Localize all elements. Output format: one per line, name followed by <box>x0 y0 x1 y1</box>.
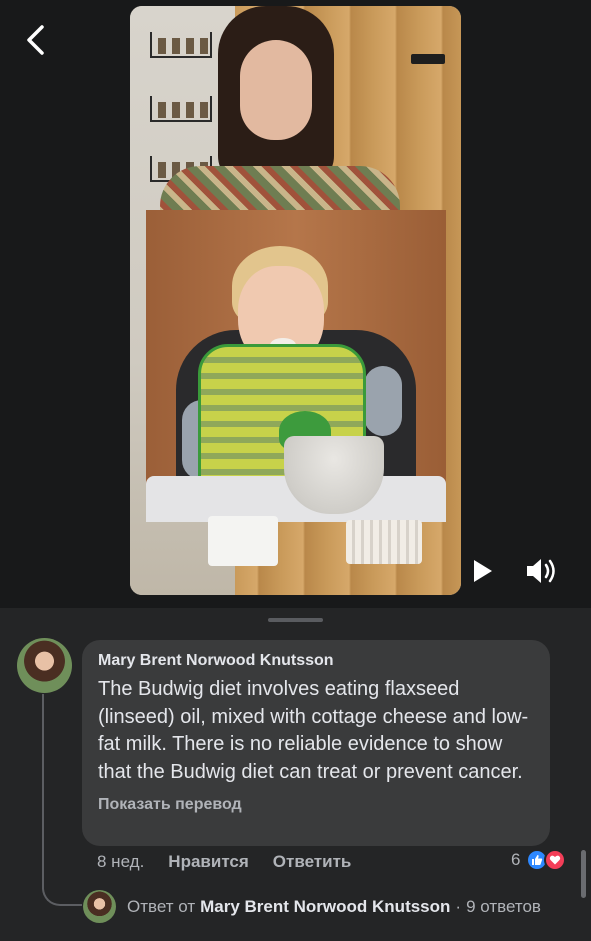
reply-button[interactable]: Ответить <box>273 852 352 872</box>
like-button[interactable]: Нравится <box>168 852 249 872</box>
reply-prefix: Ответ от <box>127 897 196 916</box>
video-inset-photo <box>146 210 446 522</box>
spice-rack <box>150 32 212 58</box>
love-icon <box>544 849 567 871</box>
comment-actions: 8 нед. Нравится Ответить <box>97 852 375 872</box>
yogurt-jar <box>208 516 278 566</box>
container <box>346 520 422 564</box>
reaction-count: 6 <box>511 850 521 869</box>
play-button[interactable] <box>468 556 498 586</box>
chevron-left-icon <box>27 25 44 55</box>
volume-button[interactable] <box>524 554 560 588</box>
reply-thread-line <box>42 694 82 906</box>
back-button[interactable] <box>22 24 50 56</box>
scrollbar[interactable] <box>581 850 586 898</box>
comments-panel: Mary Brent Norwood Knutsson The Budwig d… <box>0 608 591 941</box>
reactions-summary[interactable]: 6 <box>511 849 567 871</box>
reply-avatar[interactable] <box>83 890 116 923</box>
spice-rack <box>150 96 212 122</box>
video-player[interactable] <box>130 6 461 595</box>
comment-bubble[interactable]: Mary Brent Norwood Knutsson The Budwig d… <box>82 640 550 846</box>
video-viewer <box>0 0 591 608</box>
avatar[interactable] <box>17 638 72 693</box>
reply-author: Mary Brent Norwood Knutsson <box>200 897 451 916</box>
woman-face <box>240 40 312 140</box>
comment-timestamp[interactable]: 8 нед. <box>97 852 144 872</box>
play-icon <box>474 560 492 582</box>
child-arm <box>364 366 402 436</box>
reply-separator: · <box>455 897 462 916</box>
comment-author[interactable]: Mary Brent Norwood Knutsson <box>98 652 534 670</box>
door-hinge <box>411 54 445 64</box>
sheet-drag-handle[interactable] <box>268 618 323 622</box>
show-translation-link[interactable]: Показать перевод <box>98 796 534 814</box>
view-replies-link[interactable]: Ответ от Mary Brent Norwood Knutsson · 9… <box>127 897 541 917</box>
volume-icon <box>527 559 555 583</box>
comment-text: The Budwig diet involves eating flaxseed… <box>98 678 529 783</box>
reply-count: 9 ответов <box>466 897 541 916</box>
